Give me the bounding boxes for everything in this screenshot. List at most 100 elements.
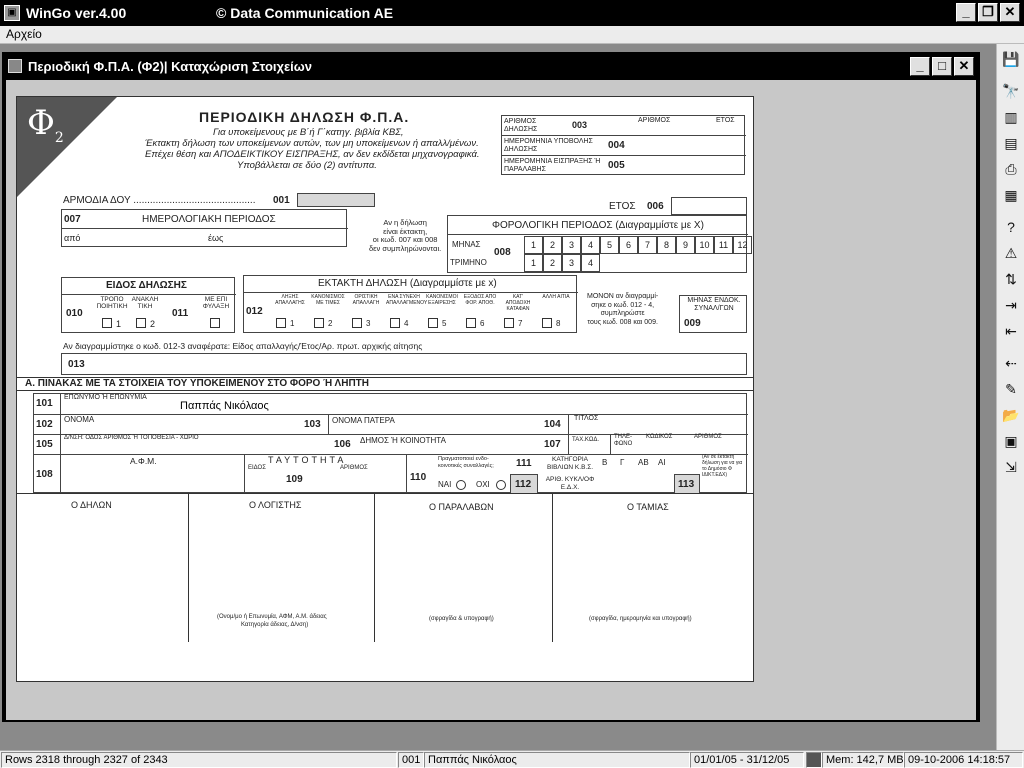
section-a-header: Α. ΠΙΝΑΚΑΣ ΜΕ ΤΑ ΣΤΟΙΧΕΙΑ ΤΟΥ ΥΠΟΚΕΙΜΕΝΟ… <box>17 377 753 391</box>
printer-icon[interactable]: ⎙ <box>1000 158 1022 180</box>
year-label: ΕΤΟΣ <box>609 201 636 212</box>
month-cell[interactable]: 3 <box>562 236 581 254</box>
document-icon[interactable]: ▤ <box>1000 132 1022 154</box>
month-cell[interactable]: 2 <box>543 236 562 254</box>
month-cell[interactable]: 8 <box>657 236 676 254</box>
status-memory: Mem: 142,7 MB <box>822 752 904 768</box>
child-close-button[interactable]: ✕ <box>954 57 974 76</box>
code-103: 103 <box>304 419 321 430</box>
extraordinary-option-checkbox[interactable] <box>504 318 514 328</box>
month-cell[interactable]: 10 <box>695 236 714 254</box>
month-cell[interactable]: 4 <box>581 236 600 254</box>
window-icon[interactable]: ▣ <box>1000 430 1022 452</box>
tax-office-label: ΑΡΜΟΔΙΑ ΔΟΥ ............................… <box>63 195 256 206</box>
quarter-cell[interactable]: 1 <box>524 254 543 272</box>
child-maximize-button[interactable]: □ <box>932 57 952 76</box>
save-icon[interactable]: 💾 <box>1000 48 1022 70</box>
field-013[interactable]: 013 <box>61 353 747 375</box>
warning-icon[interactable]: ⚠ <box>1000 242 1022 264</box>
extraordinary-option-checkbox[interactable] <box>314 318 324 328</box>
child-minimize-button[interactable]: _ <box>910 57 930 76</box>
menu-file[interactable]: Αρχείο <box>0 26 48 42</box>
extraordinary-option-checkbox[interactable] <box>352 318 362 328</box>
extraordinary-option-label: ΚΑΝΟΝΙΣΜΟΙ ΕΞΑΙΡΕΣΗΣ <box>426 294 458 306</box>
child-window-icon[interactable] <box>8 59 22 73</box>
code-011: 011 <box>172 308 189 319</box>
columns-icon[interactable]: ▥ <box>1000 106 1022 128</box>
month-cell[interactable]: 5 <box>600 236 619 254</box>
form-title: ΠΕΡΙΟΔΙΚΗ ΔΗΛΩΣΗ Φ.Π.Α. <box>199 109 410 125</box>
recall-number: 2 <box>150 319 156 329</box>
phone-number-label: ΑΡΙΘΜΟΣ <box>694 434 722 440</box>
restore-button[interactable]: ❐ <box>978 3 998 22</box>
extraordinary-option-checkbox[interactable] <box>276 318 286 328</box>
month-cell[interactable]: 6 <box>619 236 638 254</box>
import-out-icon[interactable]: ⇠ <box>1000 352 1022 374</box>
code-005: 005 <box>608 160 625 171</box>
no-label: ΟΧΙ <box>476 480 490 489</box>
calendar-period-label: ΗΜΕΡΟΛΟΓΙΑΚΗ ΠΕΡΙΟΔΟΣ <box>142 214 276 225</box>
company-label: © Data Communication AE <box>216 5 394 21</box>
month-cell[interactable]: 11 <box>714 236 733 254</box>
month-cell[interactable]: 7 <box>638 236 657 254</box>
status-code: 001 <box>398 752 424 768</box>
extraordinary-option-checkbox[interactable] <box>390 318 400 328</box>
vat-form: Φ2 TAXIS ΠΕΡΙΟΔΙΚΗ ΔΗΛΩΣΗ Φ.Π.Α. Για υπο… <box>16 96 754 682</box>
tax-office-field[interactable] <box>297 193 375 207</box>
extraordinary-option-checkbox[interactable] <box>428 318 438 328</box>
import-in-icon[interactable]: ⇤ <box>1000 320 1022 342</box>
quarter-cell[interactable]: 4 <box>581 254 600 272</box>
quarter-cell[interactable]: 2 <box>543 254 562 272</box>
export-icon[interactable]: ⇥ <box>1000 294 1022 316</box>
exit-icon[interactable]: ⇲ <box>1000 456 1022 478</box>
receiver-label: Ο ΠΑΡΑΛΑΒΩΝ <box>429 502 494 512</box>
cat-b-label: Β <box>602 458 608 467</box>
app-icon[interactable]: ▣ <box>4 5 20 21</box>
to-label: έως <box>208 233 224 243</box>
month-cell[interactable]: 9 <box>676 236 695 254</box>
intra-community-month-box: ΜΗΝΑΣ ΕΝΔΟΚ. ΣΥΝΑΛ/ΓΩΝ 009 <box>679 295 747 333</box>
child-title-bar: Περιοδική Φ.Π.Α. (Φ2)| Καταχώριση Στοιχε… <box>4 54 978 78</box>
edit-icon[interactable]: ✎ <box>1000 378 1022 400</box>
amending-checkbox[interactable] <box>102 318 112 328</box>
extraordinary-option-checkbox[interactable] <box>466 318 476 328</box>
quarter-cell[interactable]: 3 <box>562 254 581 272</box>
transfer-icon[interactable]: ⇅ <box>1000 268 1022 290</box>
intra-community-question: Πραγματοποιεί ενδο- κοινοτικές συναλλαγέ… <box>438 456 494 469</box>
month-cell[interactable]: 1 <box>524 236 543 254</box>
receiver-note: (σφραγίδα & υπογραφή) <box>429 616 494 622</box>
code-111: 111 <box>516 458 532 469</box>
recall-checkbox[interactable] <box>136 318 146 328</box>
calculator-icon[interactable]: ▦ <box>1000 184 1022 206</box>
reservation-checkbox[interactable] <box>210 318 220 328</box>
close-button[interactable]: ✕ <box>1000 3 1020 22</box>
from-label: από <box>64 233 81 243</box>
help-icon[interactable]: ? <box>1000 216 1022 238</box>
extraordinary-note: Αν η δήλωση είναι έκτακτη, οι κωδ. 007 και… <box>369 218 442 253</box>
code-102: 102 <box>36 419 53 430</box>
menu-bar: Αρχείο <box>0 26 1024 44</box>
code-108: 108 <box>36 469 53 480</box>
minimize-button[interactable]: _ <box>956 3 976 22</box>
extraordinary-option-label: ΑΛΛΗ ΑΙΤΙΑ <box>542 294 570 300</box>
accountant-cell: Ο ΛΟΓΙΣΤΗΣ (Ονομ/μο ή Επωνυμία, ΑΦΜ, Α.Μ… <box>189 494 375 642</box>
surname-label: ΕΠΩΝΥΜΟ Ή ΕΠΩΝΥΜΙΑ <box>64 394 147 401</box>
yes-radio[interactable] <box>456 480 466 490</box>
year-field[interactable] <box>671 197 747 215</box>
yes-label: ΝΑΙ <box>438 480 452 489</box>
extraordinary-option-label: ΚΑΝΟΝΙΣΜΟΣ ΜΕ ΤΙΜΕΣ <box>311 294 345 306</box>
id-number-label: ΑΡΙΘΜΟΣ <box>340 465 368 471</box>
open-folder-icon[interactable]: 📂 <box>1000 404 1022 426</box>
no-radio[interactable] <box>496 480 506 490</box>
area-code-label: ΚΩΔΙΚΟΣ <box>646 434 673 440</box>
form-subtitle-2: Έκτακτη δήλωση των υποκείμενων αυτών, τω… <box>145 138 479 149</box>
extraordinary-option-number: 6 <box>480 319 485 328</box>
code-113: 113 <box>678 479 695 490</box>
binoculars-icon[interactable]: 🔭 <box>1000 80 1022 102</box>
note-113: (Αν σε έκτακτη δήλωση για να για το Δημό… <box>702 454 743 478</box>
extraordinary-option-checkbox[interactable] <box>542 318 552 328</box>
accountant-label: Ο ΛΟΓΙΣΤΗΣ <box>249 500 302 510</box>
month-cell[interactable]: 12 <box>733 236 752 254</box>
right-toolbar: 💾 🔭 ▥ ▤ ⎙ ▦? ⚠ ⇅ ⇥ ⇤ ⇠ ✎ 📂 ▣ ⇲ <box>996 44 1024 750</box>
surname-value[interactable]: Παππάς Νικόλαος <box>180 400 269 412</box>
